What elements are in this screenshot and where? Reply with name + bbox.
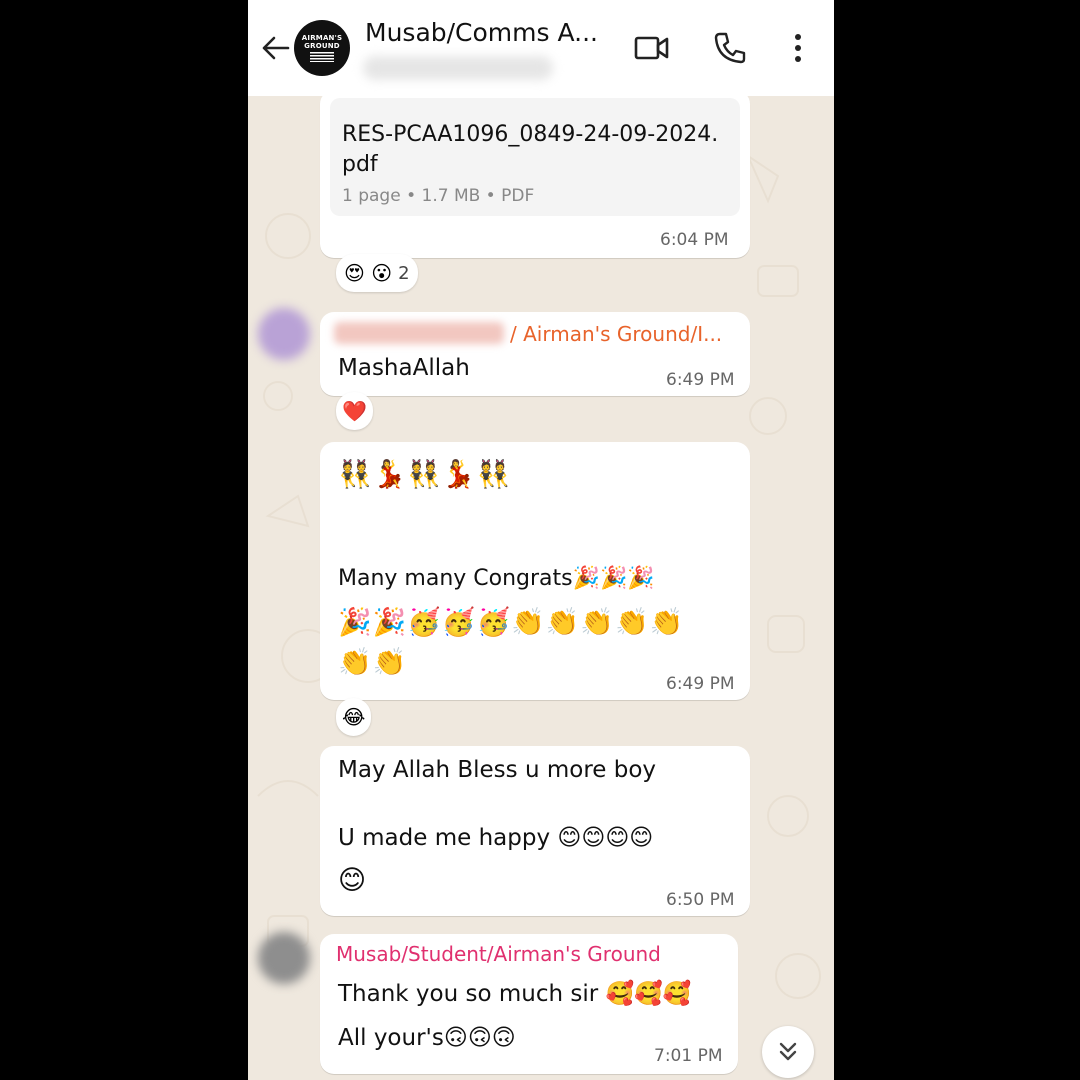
message-emoji-line: 🎉🎉🥳🥳🥳👏👏👏👏👏 (338, 607, 685, 638)
message-reaction[interactable]: 😂 (336, 698, 372, 736)
message-time: 6:49 PM (666, 674, 735, 694)
message-emoji-line: 😊 (338, 865, 368, 896)
reaction-emoji: ❤️ (342, 399, 367, 423)
contact-name[interactable]: Musab/Comms A... (365, 18, 598, 47)
chat-header: AIRMAN'S GROUND Musab/Comms A... (248, 0, 834, 96)
message-time: 6:04 PM (660, 230, 729, 250)
chat-screen: AIRMAN'S GROUND Musab/Comms A... RES-PCA… (248, 0, 834, 1080)
message-bubble[interactable]: 👯💃👯💃👯 Many many Congrats🎉🎉🎉 🎉🎉🥳🥳🥳👏👏👏👏👏 👏… (320, 442, 750, 700)
message-time: 7:01 PM (654, 1046, 723, 1066)
document-message[interactable]: RES-PCAA1096_0849-24-09-2024. pdf 1 page… (320, 90, 750, 258)
message-text: May Allah Bless u more boy (338, 757, 657, 783)
message-bubble[interactable]: May Allah Bless u more boy U made me hap… (320, 746, 750, 916)
message-time: 6:49 PM (666, 370, 735, 390)
sender-name[interactable]: / Airman's Ground/I... (510, 322, 722, 346)
video-call-icon[interactable] (632, 28, 672, 68)
document-filename-line1: RES-PCAA1096_0849-24-09-2024. (342, 122, 719, 147)
sender-name-blurred (334, 322, 504, 344)
message-bubble[interactable]: / Airman's Ground/I... MashaAllah 6:49 P… (320, 312, 750, 396)
more-vertical-icon[interactable] (778, 28, 818, 68)
message-text: Many many Congrats🎉🎉🎉 (338, 566, 655, 591)
phone-icon[interactable] (710, 28, 750, 68)
chevron-double-down-icon (779, 1042, 797, 1061)
message-text: Thank you so much sir 🥰🥰🥰 (338, 981, 692, 1007)
message-emoji-line: 👯💃👯💃👯 (338, 459, 512, 490)
document-meta: 1 page • 1.7 MB • PDF (342, 186, 535, 206)
logo-stripes (310, 52, 334, 62)
message-text: U made me happy 😊😊😊😊 (338, 825, 654, 851)
logo-text: AIRMAN'S GROUND (301, 34, 343, 50)
document-card[interactable]: RES-PCAA1096_0849-24-09-2024. pdf 1 page… (330, 98, 740, 216)
sender-avatar[interactable] (258, 308, 310, 360)
message-reaction[interactable]: 😍 😮 2 (336, 254, 418, 292)
message-time: 6:50 PM (666, 890, 735, 910)
message-bubble[interactable]: Musab/Student/Airman's Ground Thank you … (320, 934, 738, 1074)
contact-avatar[interactable]: AIRMAN'S GROUND (294, 20, 350, 76)
sender-avatar[interactable] (258, 932, 310, 984)
sender-name[interactable]: Musab/Student/Airman's Ground (336, 942, 661, 966)
message-emoji-line: 👏👏 (338, 647, 408, 678)
message-reaction[interactable]: ❤️ (336, 392, 373, 430)
message-text: MashaAllah (338, 355, 470, 381)
arrow-left-icon[interactable] (258, 30, 294, 66)
reaction-emoji: 😂 (342, 705, 366, 729)
contact-subtitle-blurred (363, 56, 553, 80)
message-text: All your's🙃🙃🙃 (338, 1025, 516, 1051)
reaction-emojis: 😍 😮 (344, 261, 393, 285)
scroll-to-bottom-button[interactable] (762, 1026, 814, 1078)
reaction-count: 2 (398, 262, 410, 284)
document-filename-line2: pdf (342, 152, 378, 177)
